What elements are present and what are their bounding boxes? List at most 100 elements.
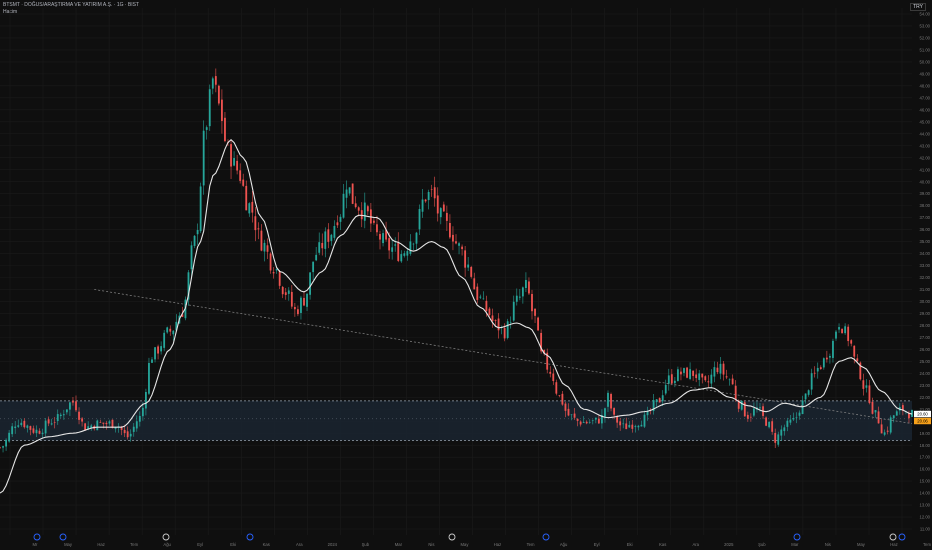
candle-body	[409, 241, 412, 254]
event-marker-icon[interactable]	[59, 533, 67, 541]
candle-body	[135, 421, 138, 429]
candle-body	[552, 373, 555, 382]
candle-body	[473, 278, 476, 290]
price-tick-label: 12.00	[920, 515, 931, 520]
candle-body	[567, 408, 570, 416]
candle-body	[534, 308, 536, 316]
candle-body	[406, 251, 409, 256]
time-tick-label: 2025	[724, 542, 734, 547]
candle-body	[129, 433, 132, 437]
candle-body	[29, 426, 32, 430]
candle-body	[509, 321, 512, 323]
candle-body	[625, 423, 628, 430]
price-tick-label: 39.00	[920, 191, 931, 196]
candle-body	[199, 186, 202, 232]
candle-body	[886, 430, 889, 432]
price-tick-label: 23.00	[920, 383, 931, 388]
candle-body	[607, 392, 609, 407]
candle-body	[47, 419, 50, 424]
price-tick-label: 29.00	[920, 311, 931, 316]
candle-body	[680, 371, 682, 375]
candle-body	[449, 222, 451, 238]
candle-body	[804, 393, 807, 400]
time-tick-label: Eki	[627, 542, 633, 547]
time-tick-label: Şub	[758, 542, 766, 547]
candle-body	[300, 297, 302, 313]
event-marker-icon[interactable]	[246, 533, 254, 541]
candle-body	[69, 402, 71, 410]
candle-body	[388, 238, 391, 251]
event-marker-icon[interactable]	[793, 533, 801, 541]
event-marker-icon[interactable]	[33, 533, 41, 541]
time-tick-label: Nis	[825, 542, 831, 547]
candle-body	[670, 374, 673, 384]
candles	[0, 68, 913, 453]
candle-body	[397, 242, 400, 261]
candle-body	[588, 422, 591, 423]
candle-body	[713, 367, 716, 377]
candle-body	[862, 380, 865, 389]
candle-body	[11, 426, 14, 435]
candle-body	[847, 326, 850, 342]
candle-body	[631, 424, 634, 429]
candle-body	[479, 296, 482, 298]
time-tick-label: Tem	[130, 542, 138, 547]
time-tick-label: Mar	[395, 542, 403, 547]
candle-body	[376, 224, 378, 233]
candle-body	[576, 418, 579, 421]
candle-body	[616, 416, 619, 423]
price-tick-label: 36.00	[920, 227, 931, 232]
event-marker-icon[interactable]	[448, 533, 456, 541]
candle-body	[579, 421, 582, 425]
price-tick-label: 15.00	[920, 479, 931, 484]
price-tick-label: 48.00	[920, 83, 931, 88]
time-tick-label: Mar	[791, 542, 799, 547]
candle-body	[774, 432, 777, 443]
candle-body	[555, 382, 558, 394]
event-marker-icon[interactable]	[542, 533, 550, 541]
candle-body	[236, 160, 239, 171]
candle-body	[865, 385, 868, 388]
candle-body	[464, 250, 467, 268]
candle-body	[853, 345, 856, 357]
event-marker-icon[interactable]	[889, 533, 897, 541]
price-tags: 20.60 20.06	[914, 410, 931, 425]
price-tick-label: 35.00	[920, 239, 931, 244]
candle-body	[594, 417, 597, 420]
time-tick-label: 2024	[328, 542, 338, 547]
candle-body	[655, 399, 658, 403]
candle-body	[160, 346, 163, 352]
candle-body	[327, 229, 330, 242]
time-tick-label: Kas	[263, 542, 270, 547]
price-chart[interactable]: 54.00 53.00 52.00 51.00 50.00 49.00 48.00 47.00…	[0, 0, 932, 550]
candle-body	[412, 243, 415, 245]
price-tick-label: 45.00	[920, 119, 931, 124]
candle-body	[525, 279, 527, 289]
candle-body	[725, 376, 728, 378]
price-tick-label: 32.00	[920, 275, 931, 280]
candle-body	[455, 241, 457, 244]
candle-body	[330, 234, 333, 241]
candle-body	[72, 400, 74, 403]
candle-body	[190, 245, 193, 270]
time-tick-label: Mr	[33, 542, 38, 547]
candle-body	[151, 359, 153, 363]
candle-body	[102, 422, 105, 424]
candle-body	[269, 253, 272, 271]
candle-body	[272, 272, 275, 274]
price-tick-label: 38.00	[920, 203, 931, 208]
candle-body	[62, 414, 65, 416]
candle-body	[677, 369, 679, 381]
candle-body	[452, 234, 454, 242]
event-marker-icon[interactable]	[162, 533, 170, 541]
candle-body	[138, 415, 141, 422]
candle-body	[816, 367, 819, 372]
candle-body	[293, 307, 296, 310]
candle-body	[306, 293, 308, 307]
candle-body	[889, 417, 892, 433]
candle-body	[506, 321, 509, 339]
price-tick-label: 49.00	[920, 71, 931, 76]
price-tick-label: 25.00	[920, 359, 931, 364]
candle-body	[342, 193, 345, 218]
candle-body	[23, 420, 26, 428]
